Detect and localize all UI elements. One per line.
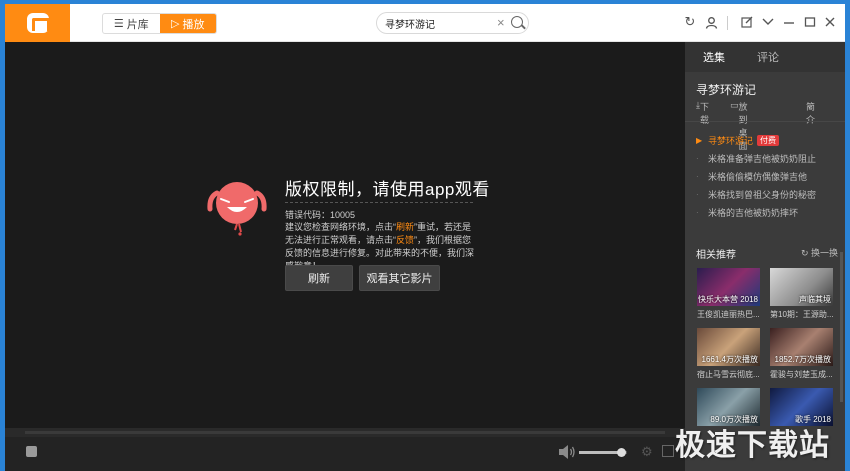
episode-label: 寻梦环游记 (708, 135, 754, 146)
tab-play[interactable]: ▷ 播放 (159, 14, 216, 33)
divider (285, 202, 473, 203)
paid-badge: 付费 (757, 134, 780, 146)
player-controls: ⚙ (5, 437, 685, 471)
related-title-label[interactable]: 第10期：王源助... (770, 309, 836, 320)
desktop-button[interactable]: ▭ 放到桌面 (730, 100, 748, 151)
user-icon[interactable] (703, 14, 719, 30)
error-code: 错误代码：10005 (285, 210, 356, 220)
chevron-down-icon[interactable] (760, 14, 776, 30)
tab-play-label: 播放 (182, 18, 205, 31)
episode-item[interactable]: · 米格的吉他被奶奶摔坏 (696, 203, 841, 221)
related-header: 相关推荐 ↻ 换一换 (696, 246, 838, 261)
thumbnail-caption: 1661.4万次播放 (701, 355, 758, 364)
tab-library[interactable]: ☰ 片库 (103, 14, 160, 33)
related-title-label[interactable]: 霍骏与刘楚玉成... (770, 369, 836, 380)
volume-knob[interactable] (617, 448, 627, 457)
error-text: 建议您检查网络环境，点击“ (285, 222, 396, 232)
refresh-link[interactable]: 刷新 (396, 222, 414, 232)
watch-other-button[interactable]: 观看其它影片 (359, 265, 440, 291)
related-title: 相关推荐 (696, 250, 736, 261)
bullet-icon: · (696, 189, 699, 199)
app-logo[interactable] (5, 4, 70, 42)
intro-button[interactable]: 简介 ⌄ (806, 100, 815, 125)
related-thumbnail[interactable]: 声临其境 (770, 268, 833, 306)
search-icon[interactable] (511, 16, 523, 28)
title-bar: ☰ 片库 ▷ 播放 × ↻ (5, 4, 845, 42)
thumbnail-caption: 声临其境 (799, 295, 831, 304)
intro-label: 简介 (806, 102, 816, 125)
feedback-link[interactable]: 反馈 (396, 235, 414, 245)
episode-list: ▶ 寻梦环游记 付费 · 米格准备弹吉他被奶奶阻止 · 米格偷偷模仿偶像弹吉他 · 米格找到曾祖… (696, 131, 841, 221)
error-title: 版权限制，请使用app观看 (285, 180, 490, 199)
episode-item[interactable]: · 米格准备弹吉他被奶奶阻止 (696, 149, 841, 167)
bullet-icon: · (696, 207, 699, 217)
clear-icon[interactable]: × (497, 15, 505, 30)
refresh-button[interactable]: 刷新 (285, 265, 353, 291)
related-title-label[interactable]: 宿止马雪云彻底... (697, 369, 763, 380)
search-box: × (376, 12, 529, 34)
edit-icon[interactable] (739, 14, 755, 30)
sidebar: 选集 评论 寻梦环游记 ⤓ 下载 ▭ 放到桌面 简介 ⌄ ▶ 寻梦环游记 付费 · 米格… (685, 42, 845, 471)
refresh-icon[interactable]: ↻ (682, 14, 698, 30)
play-icon: ▷ (171, 18, 180, 30)
related-thumbnail[interactable]: 1661.4万次播放 (697, 328, 760, 366)
progress-bar[interactable] (5, 428, 685, 437)
related-refresh-button[interactable]: ↻ 换一换 (801, 246, 838, 259)
download-button[interactable]: ⤓ 下载 (696, 100, 709, 125)
episode-label: 米格偷偷模仿偶像弹吉他 (708, 171, 808, 182)
thumbnail-caption: 1852.7万次播放 (774, 355, 831, 364)
episode-label: 米格的吉他被奶奶摔坏 (708, 207, 799, 218)
video-title: 寻梦环游记 (696, 83, 757, 97)
bullet-icon: · (696, 171, 699, 181)
stop-icon[interactable] (26, 446, 37, 457)
gear-icon[interactable]: ⚙ (641, 445, 655, 459)
sidebar-tabs: 选集 评论 (685, 42, 845, 72)
divider (685, 121, 845, 122)
tab-library-label: 片库 (126, 18, 149, 31)
episode-item[interactable]: ▶ 寻梦环游记 付费 (696, 131, 841, 149)
sad-face-icon (207, 182, 267, 236)
progress-track[interactable] (25, 431, 665, 434)
scrollbar[interactable] (840, 252, 843, 402)
tab-comments[interactable]: 评论 (743, 42, 793, 72)
thumbnail-caption: 快乐大本营 2018 (697, 295, 758, 304)
maximize-icon[interactable] (802, 14, 818, 30)
download-label: 下载 (699, 102, 709, 125)
related-thumbnail[interactable]: 1852.7万次播放 (770, 328, 833, 366)
volume-icon[interactable] (558, 444, 576, 460)
related-thumbnail[interactable]: 快乐大本营 2018 (697, 268, 760, 306)
minimize-icon[interactable] (781, 14, 797, 30)
close-icon[interactable] (822, 14, 838, 30)
fullscreen-icon[interactable] (662, 445, 674, 457)
volume-slider[interactable] (579, 448, 627, 457)
search-input[interactable] (385, 16, 490, 31)
related-title-label[interactable]: 王俊凯迪丽热巴... (697, 309, 763, 320)
divider (727, 16, 728, 30)
bullet-icon: · (696, 153, 699, 163)
video-player: 版权限制，请使用app观看 错误代码：10005 建议您检查网络环境，点击“刷新… (5, 42, 685, 428)
list-icon: ☰ (113, 18, 124, 30)
nav-tabs: ☰ 片库 ▷ 播放 (102, 13, 217, 34)
episode-item[interactable]: · 米格偷偷模仿偶像弹吉他 (696, 167, 841, 185)
mango-logo-icon (26, 13, 50, 33)
video-actions: ⤓ 下载 ▭ 放到桌面 简介 ⌄ (696, 100, 836, 151)
app-window: ☰ 片库 ▷ 播放 × ↻ (5, 4, 845, 471)
tab-episodes[interactable]: 选集 (689, 42, 739, 72)
volume-fill (579, 451, 622, 454)
episode-item[interactable]: · 米格找到曾祖父身份的秘密 (696, 185, 841, 203)
related-refresh-label: 换一换 (810, 248, 838, 258)
episode-label: 米格找到曾祖父身份的秘密 (708, 189, 817, 200)
watermark: 极速下载站 (675, 429, 830, 462)
play-marker-icon: ▶ (696, 135, 703, 145)
episode-label: 米格准备弹吉他被奶奶阻止 (708, 153, 817, 164)
